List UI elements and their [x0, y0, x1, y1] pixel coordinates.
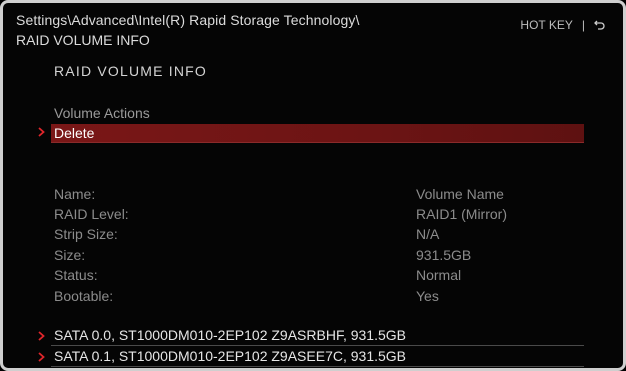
back-icon[interactable]	[594, 20, 605, 31]
disk-item-sata-0-0[interactable]: SATA 0.0, ST1000DM010-2EP102 Z9ASRBHF, 9…	[54, 327, 406, 343]
hotkey-button[interactable]: HOT KEY	[520, 18, 572, 32]
delete-label: Delete	[54, 125, 95, 141]
back-icon-glyph	[594, 20, 605, 30]
delete-action[interactable]: Delete	[51, 124, 584, 143]
info-value-strip-size: N/A	[416, 226, 440, 242]
info-label-status: Status:	[54, 267, 98, 283]
info-value-status: Normal	[416, 267, 462, 283]
info-value-raid-level: RAID1 (Mirror)	[416, 206, 507, 222]
chevron-right-icon	[38, 331, 45, 341]
volume-actions-label: Volume Actions	[54, 105, 150, 121]
breadcrumb-title: RAID VOLUME INFO	[16, 32, 150, 48]
info-label-bootable: Bootable:	[54, 288, 114, 304]
section-title: RAID VOLUME INFO	[54, 63, 207, 79]
info-value-bootable: Yes	[416, 288, 439, 304]
info-label-size: Size:	[54, 247, 86, 263]
info-label-raid-level: RAID Level:	[54, 206, 129, 222]
hotkey-bar: HOT KEY |	[520, 18, 605, 32]
chevron-right-icon	[38, 127, 45, 137]
info-label-name: Name:	[54, 186, 96, 202]
disk-item-sata-0-1[interactable]: SATA 0.1, ST1000DM010-2EP102 Z9ASEE7C, 9…	[54, 348, 406, 364]
disk-divider	[51, 366, 584, 367]
bios-window: Settings\Advanced\Intel(R) Rapid Storage…	[0, 0, 626, 371]
info-value-name: Volume Name	[416, 186, 504, 202]
info-label-strip-size: Strip Size:	[54, 226, 118, 242]
hotkey-separator: |	[581, 18, 585, 32]
info-value-size: 931.5GB	[416, 247, 472, 263]
disk-divider	[51, 345, 584, 346]
breadcrumb-path: Settings\Advanced\Intel(R) Rapid Storage…	[16, 12, 360, 28]
chevron-right-icon	[38, 352, 45, 362]
